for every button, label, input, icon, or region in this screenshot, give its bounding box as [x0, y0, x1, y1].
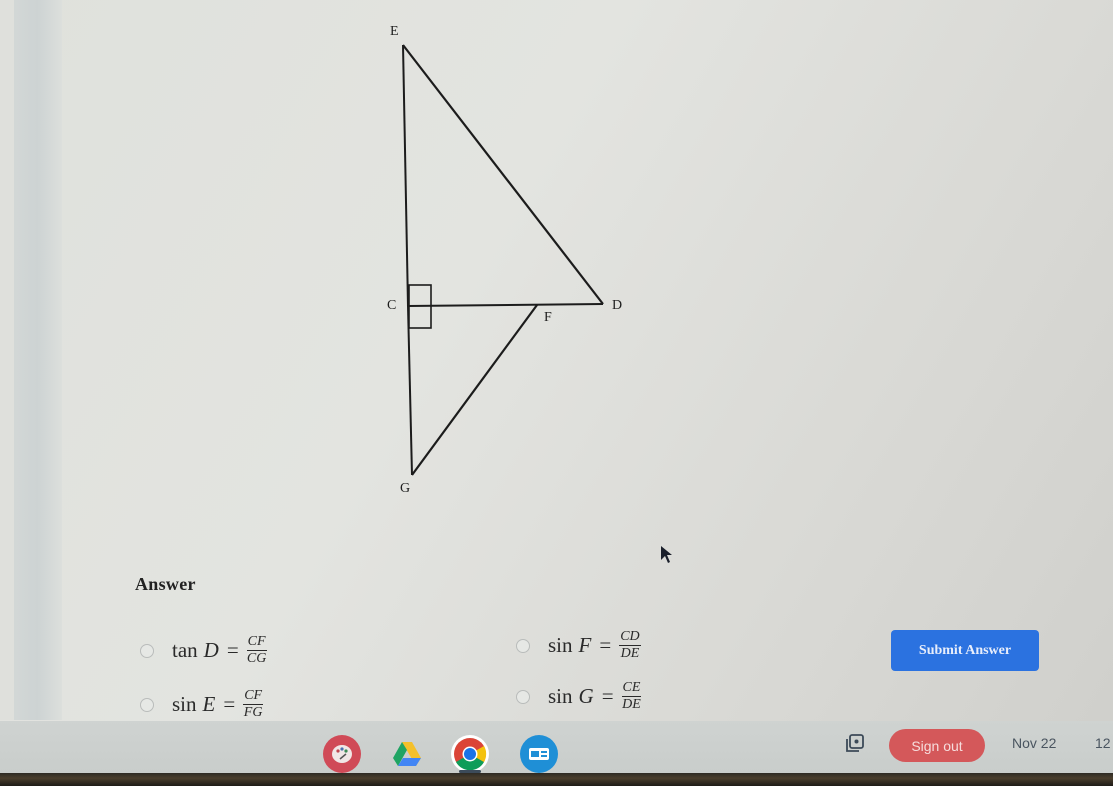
fraction: CF FG [243, 688, 264, 720]
status-date[interactable]: Nov 22 [1012, 735, 1056, 751]
option-expression: sin E = CF FG [172, 688, 264, 720]
answer-option-tan-d[interactable]: tan D = CF CG [140, 635, 267, 666]
denominator: DE [620, 646, 640, 661]
monitor-bezel [0, 773, 1113, 786]
function-name: sin [548, 633, 573, 657]
geometry-diagram [402, 44, 604, 476]
triangle-figure: E C D F G [0, 0, 1113, 520]
numerator: CE [621, 680, 642, 697]
screencast-icon [529, 748, 549, 760]
vertex-label-G: G [400, 481, 411, 496]
screen-capture-icon[interactable] [845, 733, 865, 753]
shelf-app-screencast[interactable] [520, 735, 558, 773]
shelf-app-chrome[interactable] [451, 735, 489, 773]
vertex-label-D: D [612, 298, 623, 313]
radio-button[interactable] [516, 638, 530, 653]
answer-option-sin-g[interactable]: sin G = CE DE [516, 680, 642, 712]
answer-heading: Answer [135, 574, 196, 594]
shelf-app-palette[interactable] [323, 735, 361, 773]
function-name: tan [172, 638, 198, 662]
answer-option-sin-e[interactable]: sin E = CF FG [140, 688, 264, 720]
option-expression: sin G = CE DE [548, 680, 642, 712]
angle-variable: G [578, 684, 594, 708]
denominator: DE [622, 697, 641, 712]
option-expression: tan D = CF CG [172, 635, 267, 666]
radio-button[interactable] [516, 689, 530, 704]
denominator: FG [243, 705, 263, 720]
vertex-label-E: E [390, 24, 399, 39]
option-expression: sin F = CD DE [548, 630, 641, 661]
segment-FG [411, 304, 538, 476]
segment-CD [407, 303, 604, 307]
palette-icon [332, 745, 352, 763]
equals-sign: = [226, 638, 239, 662]
fraction: CF CG [246, 634, 267, 666]
segment-CG [407, 305, 413, 476]
drive-icon [393, 742, 421, 766]
submit-answer-button[interactable]: Submit Answer [891, 630, 1039, 671]
status-time[interactable]: 12 [1095, 735, 1111, 751]
angle-variable: E [202, 692, 216, 716]
radio-button[interactable] [140, 643, 154, 658]
fraction: CD DE [619, 629, 641, 661]
chrome-icon [454, 738, 487, 771]
shelf-app-drive[interactable] [388, 735, 426, 773]
angle-variable: F [578, 633, 592, 657]
function-name: sin [172, 692, 197, 716]
radio-button[interactable] [140, 697, 154, 712]
equals-sign: = [223, 692, 236, 716]
angle-variable: D [203, 638, 219, 662]
numerator: CD [619, 629, 641, 646]
numerator: CF [246, 634, 267, 651]
function-name: sin [548, 684, 573, 708]
segment-EC [402, 44, 409, 307]
mouse-cursor-icon [661, 546, 672, 563]
numerator: CF [243, 688, 264, 705]
sign-out-button[interactable]: Sign out [889, 729, 985, 762]
fraction: CE DE [621, 680, 642, 712]
denominator: CG [246, 651, 267, 666]
equals-sign: = [601, 684, 614, 708]
segment-ED [402, 44, 604, 305]
equals-sign: = [599, 633, 612, 657]
vertex-label-C: C [387, 298, 397, 313]
answer-option-sin-f[interactable]: sin F = CD DE [516, 630, 641, 661]
vertex-label-F: F [544, 310, 552, 325]
